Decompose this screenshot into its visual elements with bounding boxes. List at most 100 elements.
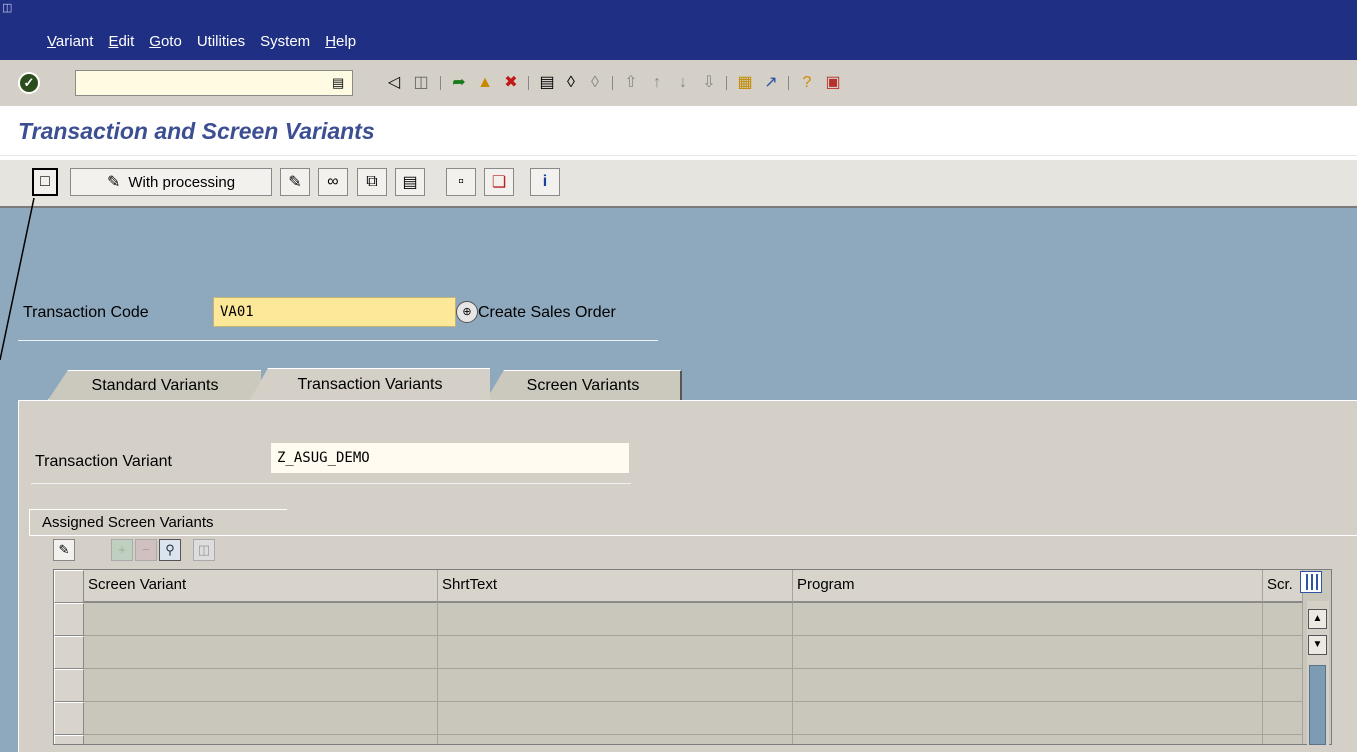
table-cell[interactable] [793,603,1263,636]
menu-item-goto[interactable]: Goto [149,33,182,50]
back-icon[interactable]: ➦ [448,72,470,94]
display-button[interactable]: ∞ [318,168,348,196]
table-cell[interactable] [1263,636,1303,669]
edit-assignment-icon[interactable]: ✎ [53,539,75,561]
insert-row-icon[interactable]: + [111,539,133,561]
last-page-icon[interactable]: ⇩ [698,72,720,94]
back-arrow-icon[interactable]: ◁ [383,72,405,94]
table-cell[interactable] [438,636,793,669]
tab-transaction-variants[interactable]: Transaction Variants [250,368,490,400]
transaction-code-description: Create Sales Order [478,304,616,321]
column-header-screen-variant[interactable]: Screen Variant [84,570,438,603]
table-cell[interactable] [438,702,793,735]
assigned-screen-variants-title: Assigned Screen Variants [29,509,309,535]
cancel-icon[interactable]: ✖ [500,72,522,94]
next-page-icon[interactable]: ↓ [672,72,694,94]
table-cell[interactable] [84,669,438,702]
row-selector[interactable] [54,735,84,744]
table-cell[interactable] [84,603,438,636]
row-selector[interactable] [54,636,84,669]
table-row[interactable] [54,603,1331,636]
overview-button[interactable]: ❏ [484,168,514,196]
first-page-icon[interactable]: ⇧ [620,72,642,94]
previous-page-icon[interactable]: ↑ [646,72,668,94]
rename-icon: ▤ [402,174,418,191]
toolbar-separator [528,76,529,90]
table-cell[interactable] [793,702,1263,735]
table-cell[interactable] [84,735,438,744]
scroll-up-icon[interactable]: ▲ [1308,609,1327,629]
column-header-shrttext[interactable]: ShrtText [438,570,793,603]
menu-item-variant[interactable]: Variant [47,33,93,50]
delete-button[interactable]: ▫ [446,168,476,196]
copy-icon: ⧉ [366,173,378,190]
find-icon[interactable]: ◊ [560,72,582,94]
shortcut-icon[interactable]: ↗ [760,72,782,94]
table-cell[interactable] [438,669,793,702]
copy-button[interactable]: ⧉ [357,168,387,196]
value-help-icon[interactable]: ⊕ [456,301,478,323]
menu-item-utilities[interactable]: Utilities [197,33,245,50]
table-cell[interactable] [1263,603,1303,636]
create-session-icon[interactable]: ▦ [734,72,756,94]
pencil-icon: ✎ [106,174,121,191]
tab-standard-variants[interactable]: Standard Variants [48,370,261,400]
table-row[interactable] [54,702,1331,735]
command-history-icon[interactable]: ▤ [332,75,344,91]
title-divider [0,155,1357,156]
exit-icon[interactable]: ▲ [474,72,496,94]
menu-item-system[interactable]: System [260,33,310,50]
delete-row-icon[interactable]: − [135,539,157,561]
info-button[interactable]: i [530,168,560,196]
customize-layout-icon[interactable]: ▣ [822,72,844,94]
scroll-thumb[interactable] [1309,665,1326,745]
table-cell[interactable] [84,636,438,669]
table-cell[interactable] [84,702,438,735]
table-settings-icon[interactable] [1300,571,1322,593]
save-assignment-icon[interactable]: ◫ [193,539,215,561]
save-icon[interactable]: ◫ [410,72,432,94]
menu-item-edit[interactable]: Edit [108,33,134,50]
command-field[interactable] [75,70,353,96]
with-processing-label: With processing [128,173,236,191]
with-processing-button[interactable]: ✎ With processing [70,168,272,196]
table-cell[interactable] [1263,669,1303,702]
table-cell[interactable] [793,636,1263,669]
table-cell[interactable] [1263,735,1303,744]
vertical-scrollbar[interactable]: ▲ ▼ [1307,601,1329,745]
transaction-code-input[interactable]: VA01 [213,297,456,327]
toolbar-separator [612,76,613,90]
table-cell[interactable] [1263,702,1303,735]
table-row[interactable] [54,636,1331,669]
transaction-variant-input[interactable]: Z_ASUG_DEMO [271,443,629,473]
row-selector[interactable] [54,603,84,636]
rename-button[interactable]: ▤ [395,168,425,196]
system-menu-icon[interactable]: ◫ [2,2,14,14]
row-selector[interactable] [54,669,84,702]
enter-check-icon[interactable]: ✓ [18,72,40,94]
main-area: Transaction Code VA01 ⊕ Create Sales Ord… [0,208,1357,752]
table-row[interactable] [54,735,1331,744]
table-row[interactable] [54,669,1331,702]
table-cell[interactable] [793,735,1263,744]
display-variant-icon[interactable]: ⚲ [159,539,181,561]
select-all-cell[interactable] [54,570,84,603]
overview-icon: ❏ [491,174,507,191]
table-cell[interactable] [438,603,793,636]
screen-variants-table: Screen Variant ShrtText Program Scr. [53,569,1332,745]
table-cell[interactable] [793,669,1263,702]
new-document-icon: □ [40,173,50,190]
menu-item-help[interactable]: Help [325,33,356,50]
help-icon[interactable]: ? [796,72,818,94]
tab-screen-variants[interactable]: Screen Variants [486,370,682,400]
change-button[interactable]: ✎ [280,168,310,196]
create-button[interactable]: □ [32,168,58,196]
print-icon[interactable]: ▤ [536,72,558,94]
row-selector[interactable] [54,702,84,735]
toolbar-separator [788,76,789,90]
column-header-program[interactable]: Program [793,570,1263,603]
table-cell[interactable] [438,735,793,744]
column-header-scr[interactable]: Scr. [1263,570,1303,603]
find-next-icon[interactable]: ◊ [584,72,606,94]
scroll-down-icon[interactable]: ▼ [1308,635,1327,655]
